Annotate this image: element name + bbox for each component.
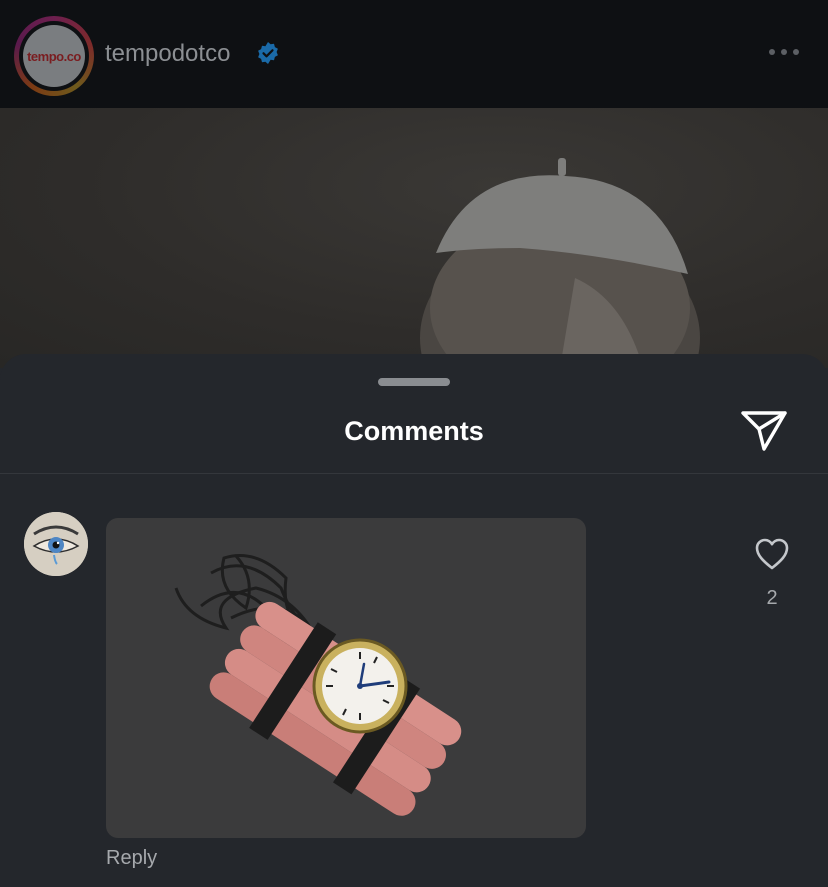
- tempo-logo: tempo.co: [23, 25, 85, 87]
- reply-button[interactable]: Reply: [106, 847, 157, 870]
- account-name[interactable]: tempodotco: [105, 40, 230, 68]
- more-options-icon[interactable]: [766, 46, 802, 60]
- sheet-title: Comments: [344, 416, 484, 446]
- drag-handle[interactable]: [378, 378, 450, 386]
- sheet-divider: [0, 473, 828, 474]
- comments-sheet: Comments 2 Reply: [0, 354, 828, 887]
- post-photo-figure: [420, 158, 700, 368]
- post-header: tempo.co tempodotco: [0, 0, 828, 108]
- post-photo: [0, 108, 828, 368]
- paper-plane-icon[interactable]: [740, 409, 788, 453]
- account-avatar[interactable]: tempo.co: [14, 16, 94, 96]
- dynamite-clock-image: [174, 554, 462, 816]
- like-count: 2: [766, 587, 778, 609]
- heart-icon[interactable]: [754, 537, 790, 571]
- comment-gif-image[interactable]: [106, 518, 586, 838]
- commenter-avatar[interactable]: [24, 512, 88, 576]
- verified-badge-icon: [258, 42, 278, 64]
- eye-avatar-image: [24, 512, 88, 576]
